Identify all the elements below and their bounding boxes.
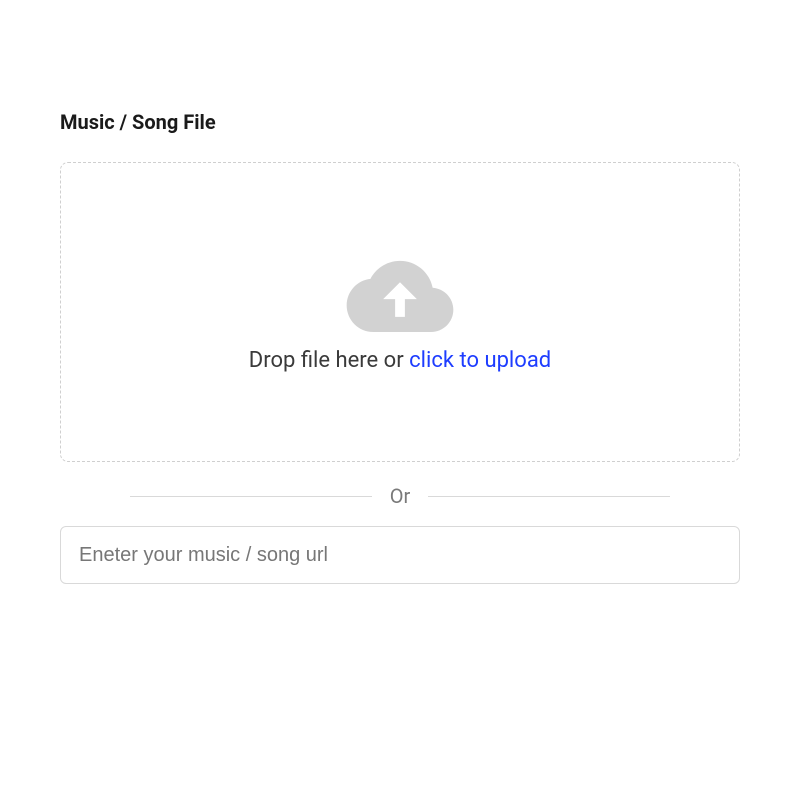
or-divider: Or — [60, 484, 740, 508]
divider-label: Or — [372, 484, 429, 508]
divider-line-right — [428, 496, 670, 497]
divider-line-left — [130, 496, 372, 497]
file-dropzone[interactable]: Drop file here or click to upload — [60, 162, 740, 462]
click-to-upload-link[interactable]: click to upload — [409, 348, 551, 373]
music-url-input[interactable] — [60, 526, 740, 584]
cloud-upload-icon — [345, 252, 455, 332]
dropzone-text-prefix: Drop file here or — [249, 348, 409, 373]
music-file-section: Music / Song File Drop file here or clic… — [0, 0, 800, 584]
dropzone-text: Drop file here or click to upload — [249, 348, 551, 373]
section-title: Music / Song File — [60, 110, 740, 134]
